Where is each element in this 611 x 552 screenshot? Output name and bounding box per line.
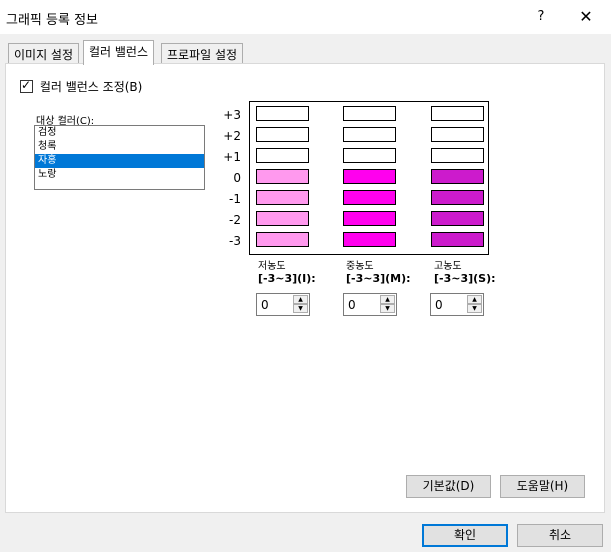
spin-up-icon[interactable]: ▲ <box>380 295 395 304</box>
color-swatch <box>431 148 484 163</box>
mid-density-stepper[interactable]: 0 ▲ ▼ <box>343 293 397 316</box>
color-balance-checkbox-row[interactable]: ✓ 컬러 밸런스 조정(B) <box>20 78 142 94</box>
spin-down-icon[interactable]: ▼ <box>467 304 482 313</box>
check-icon: ✓ <box>21 78 32 92</box>
low-density-stepper[interactable]: 0 ▲ ▼ <box>256 293 310 316</box>
color-swatch <box>343 211 396 226</box>
color-swatch <box>431 211 484 226</box>
spin-up-icon[interactable]: ▲ <box>293 295 308 304</box>
low-density-label: 저농도 [-3~3](I): <box>258 261 316 286</box>
tab-color-balance[interactable]: 컬러 밸런스 <box>83 40 155 65</box>
mid-density-label-line2: [-3~3](M): <box>346 272 411 285</box>
spin-down-icon[interactable]: ▼ <box>380 304 395 313</box>
low-density-label-line2: [-3~3](I): <box>258 272 316 285</box>
mid-density-label: 중농도 [-3~3](M): <box>346 261 411 286</box>
spin-up-icon[interactable]: ▲ <box>467 295 482 304</box>
high-density-label-line2: [-3~3](S): <box>434 272 496 285</box>
color-swatch <box>343 232 396 247</box>
color-balance-checkbox-label[interactable]: 컬러 밸런스 조정(B) <box>40 78 143 95</box>
tab-profile-settings[interactable]: 프로파일 설정 <box>161 43 244 63</box>
level-label-minus1: -1 <box>229 192 241 206</box>
level-label-minus2: -2 <box>229 213 241 227</box>
tab-image-settings[interactable]: 이미지 설정 <box>8 43 80 63</box>
spin-down-icon[interactable]: ▼ <box>293 304 308 313</box>
level-label-plus2: +2 <box>223 129 241 143</box>
level-label-plus3: +3 <box>223 108 241 122</box>
color-swatch <box>431 169 484 184</box>
help-button[interactable]: 도움말(H) <box>500 475 585 498</box>
default-button[interactable]: 기본값(D) <box>406 475 491 498</box>
color-swatch <box>256 169 309 184</box>
high-density-value[interactable]: 0 <box>435 298 443 312</box>
high-density-label: 고농도 [-3~3](S): <box>434 261 496 286</box>
color-balance-checkbox[interactable]: ✓ <box>20 78 33 93</box>
level-label-zero: 0 <box>233 171 241 185</box>
list-item-magenta[interactable]: 자홍 <box>35 154 204 168</box>
title-bar: 그래픽 등록 정보 ? ✕ <box>0 0 611 34</box>
mid-density-value[interactable]: 0 <box>348 298 356 312</box>
color-swatch <box>256 127 309 142</box>
color-swatch <box>256 148 309 163</box>
level-label-plus1: +1 <box>223 150 241 164</box>
color-swatch <box>256 190 309 205</box>
list-item-cyan[interactable]: 청록 <box>35 140 204 154</box>
color-swatch <box>343 190 396 205</box>
ok-button[interactable]: 확인 <box>422 524 508 547</box>
color-swatch <box>256 106 309 121</box>
high-density-stepper[interactable]: 0 ▲ ▼ <box>430 293 484 316</box>
color-swatch <box>343 148 396 163</box>
cancel-button[interactable]: 취소 <box>517 524 603 547</box>
window-title: 그래픽 등록 정보 <box>6 13 98 28</box>
color-swatch <box>343 169 396 184</box>
color-swatch <box>431 127 484 142</box>
color-swatch <box>256 211 309 226</box>
list-item-black[interactable]: 검정 <box>35 126 204 140</box>
low-density-value[interactable]: 0 <box>261 298 269 312</box>
target-color-list[interactable]: 검정 청록 자홍 노랑 <box>34 125 205 190</box>
color-swatch <box>343 127 396 142</box>
level-label-minus3: -3 <box>229 234 241 248</box>
close-icon[interactable]: ✕ <box>568 4 604 30</box>
color-swatch <box>431 232 484 247</box>
color-swatch <box>256 232 309 247</box>
color-swatch <box>431 106 484 121</box>
list-item-yellow[interactable]: 노랑 <box>35 168 204 182</box>
help-icon[interactable]: ? <box>526 4 556 30</box>
color-swatch <box>343 106 396 121</box>
color-swatch <box>431 190 484 205</box>
